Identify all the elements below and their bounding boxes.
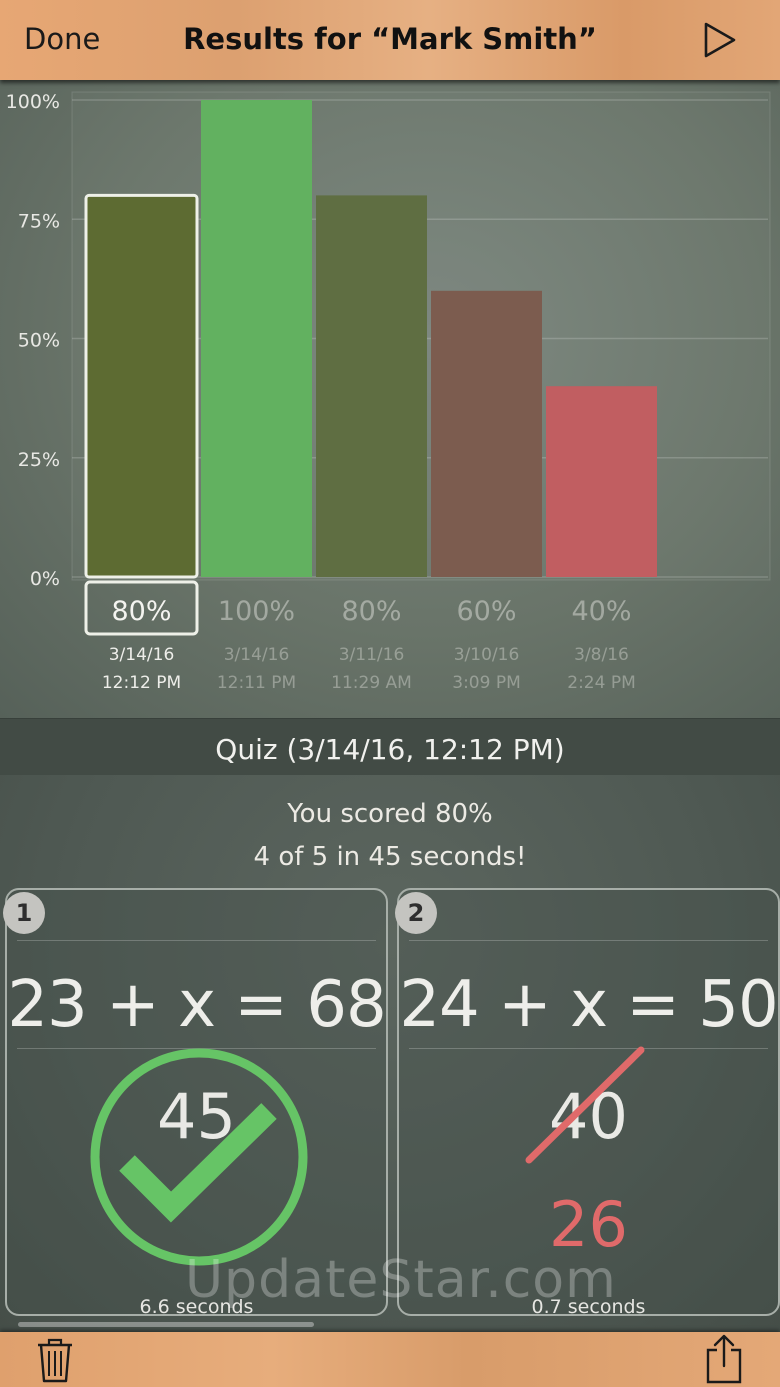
play-icon[interactable] [700,20,740,60]
quiz-detail-board: You scored 80% 4 of 5 in 45 seconds! 1 2… [0,775,780,1332]
results-chart-panel: 100% 75% 50% 25% 0% 80% 3/14/16 12:12 PM 100% 3/1… [0,80,780,718]
y-tick-label: 0% [30,568,60,590]
bar-value-label: 80% [111,596,171,627]
y-tick-label: 75% [18,210,60,232]
page-title: Results for “Mark Smith” [183,22,597,56]
strike-through-icon [525,1046,645,1164]
question-number-badge: 2 [395,892,437,934]
chart-bar[interactable] [201,100,312,577]
bar-date-label: 3/10/16 [454,645,520,665]
horizontal-scrollbar[interactable] [18,1322,314,1327]
chart-bar[interactable] [84,193,199,579]
chart-bar[interactable] [316,195,427,577]
share-icon[interactable] [704,1334,744,1384]
correct-answer: 26 [549,1188,628,1261]
bar-time-label: 3:09 PM [452,673,521,693]
divider [17,940,376,941]
question-card[interactable]: 1 23 + x = 68 45 6.6 seconds [3,888,388,1318]
results-bar-chart: 100% 75% 50% 25% 0% 80% 3/14/16 12:12 PM 100% 3/1… [6,91,771,693]
question-equation: 24 + x = 50 [399,968,778,1042]
bottom-toolbar [0,1332,780,1387]
quiz-header: Quiz (3/14/16, 12:12 PM) [0,718,780,776]
quiz-title: Quiz (3/14/16, 12:12 PM) [215,733,565,766]
bar-value-label: 100% [218,596,295,627]
bar-date-label: 3/14/16 [224,645,290,665]
correct-check-icon [90,1048,308,1266]
bar-value-label: 80% [341,596,401,627]
bar-date-label: 3/14/16 [109,645,175,665]
bar-date-label: 3/11/16 [339,645,405,665]
score-text: You scored 80% [287,799,493,829]
bar-date-label: 3/8/16 [574,645,629,665]
bar-value-label: 60% [456,596,516,627]
chart-bar[interactable] [431,290,542,577]
navigation-bar: Done Results for “Mark Smith” [0,0,780,80]
bar-time-label: 11:29 AM [331,673,412,693]
y-tick-label: 50% [18,330,60,352]
chart-bar[interactable] [546,386,657,577]
bar-time-label: 2:24 PM [567,673,636,693]
done-button[interactable]: Done [24,22,100,56]
answer-time: 6.6 seconds [139,1296,254,1318]
answer-time: 0.7 seconds [531,1296,646,1318]
y-tick-label: 25% [18,449,60,471]
question-number-badge: 1 [3,892,45,934]
bar-value-label: 40% [571,596,631,627]
question-card[interactable]: 2 24 + x = 50 40 26 0.7 seconds [395,888,780,1318]
divider [409,940,768,941]
y-tick-label: 100% [6,91,60,113]
score-summary: 4 of 5 in 45 seconds! [253,842,527,872]
bar-time-label: 12:12 PM [102,673,181,693]
question-equation: 23 + x = 68 [7,968,386,1042]
trash-icon[interactable] [36,1336,74,1384]
bar-time-label: 12:11 PM [217,673,296,693]
